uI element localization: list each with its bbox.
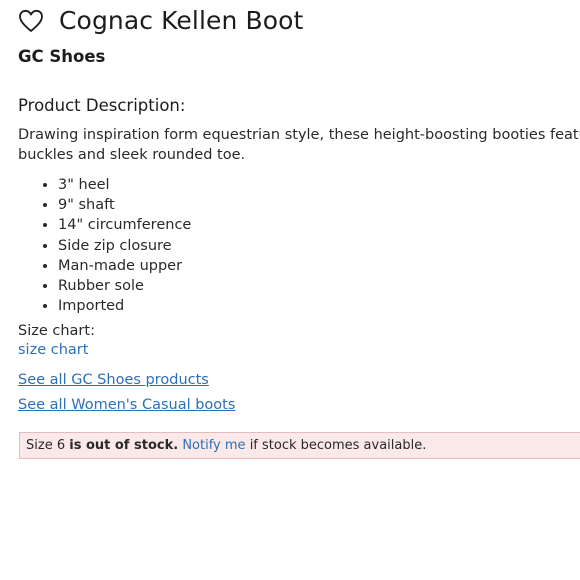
product-description: Drawing inspiration form equestrian styl… xyxy=(18,125,580,165)
title-row: Cognac Kellen Boot xyxy=(18,6,303,35)
feature-list: 3" heel 9" shaft 14" circumference Side … xyxy=(18,175,191,316)
feature-item: Man-made upper xyxy=(58,256,191,276)
description-line: buckles and sleek rounded toe. xyxy=(18,147,246,163)
notice-size: Size 6 xyxy=(26,438,66,453)
heart-outline-icon[interactable] xyxy=(18,9,44,33)
notify-me-link[interactable]: Notify me xyxy=(182,438,245,453)
feature-item: 9" shaft xyxy=(58,195,191,215)
feature-item: Side zip closure xyxy=(58,236,191,256)
size-chart-link[interactable]: size chart xyxy=(18,342,88,358)
feature-item: Imported xyxy=(58,296,191,316)
product-title: Cognac Kellen Boot xyxy=(59,6,304,35)
product-detail-page: Cognac Kellen Boot GC Shoes Product Desc… xyxy=(0,0,580,580)
notice-status: is out of stock. xyxy=(69,438,179,453)
description-line: Drawing inspiration form equestrian styl… xyxy=(18,127,580,143)
size-chart-label: Size chart: xyxy=(18,323,95,339)
see-all-brand-products-link[interactable]: See all GC Shoes products xyxy=(18,372,209,388)
feature-item: 3" heel xyxy=(58,175,191,195)
feature-item: Rubber sole xyxy=(58,276,191,296)
brand-name: GC Shoes xyxy=(18,47,106,66)
feature-item: 14" circumference xyxy=(58,215,191,235)
description-heading: Product Description: xyxy=(18,96,186,115)
out-of-stock-notice: Size 6 is out of stock. Notify me if sto… xyxy=(19,432,580,459)
notice-suffix: if stock becomes available. xyxy=(249,438,427,453)
see-all-category-link[interactable]: See all Women's Casual boots xyxy=(18,397,235,413)
